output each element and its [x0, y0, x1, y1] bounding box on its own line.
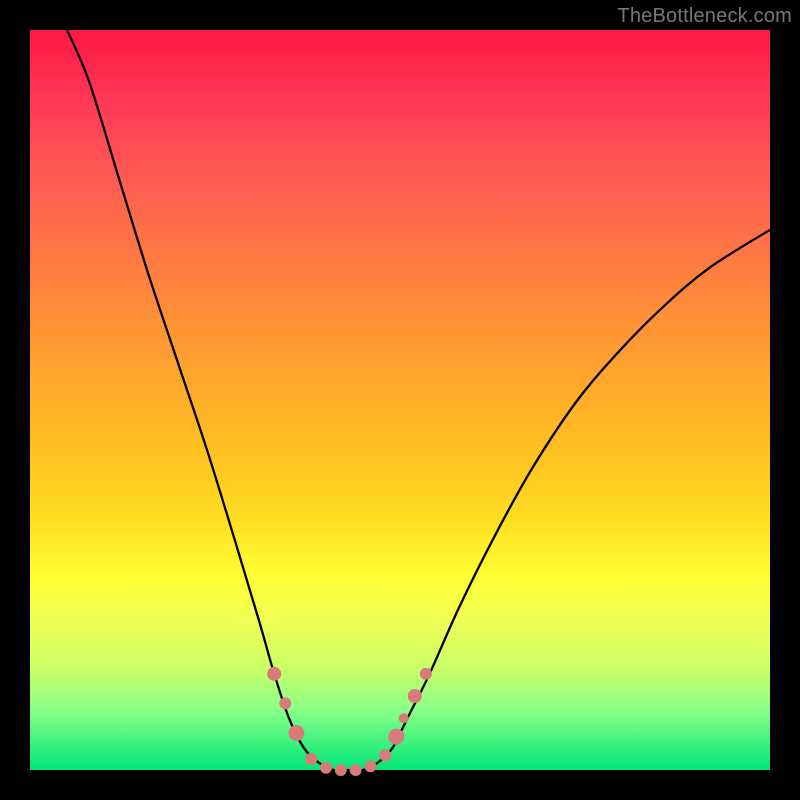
curve-marker: [320, 762, 332, 774]
curve-marker: [364, 760, 376, 772]
watermark-label: TheBottleneck.com: [617, 5, 792, 28]
chart-container: TheBottleneck.com: [0, 0, 800, 800]
chart-svg: [30, 30, 770, 770]
plot-area: [30, 30, 770, 770]
bottleneck-curve: [67, 30, 770, 771]
curve-marker: [379, 749, 391, 761]
curve-marker: [420, 668, 432, 680]
curve-marker: [399, 713, 409, 723]
curve-marker: [279, 697, 291, 709]
curve-marker: [388, 729, 404, 745]
curve-marker: [408, 689, 422, 703]
curve-marker: [305, 753, 317, 765]
curve-marker: [350, 764, 362, 776]
curve-marker: [288, 725, 304, 741]
curve-marker: [335, 764, 347, 776]
curve-markers: [267, 667, 432, 776]
curve-marker: [267, 667, 281, 681]
